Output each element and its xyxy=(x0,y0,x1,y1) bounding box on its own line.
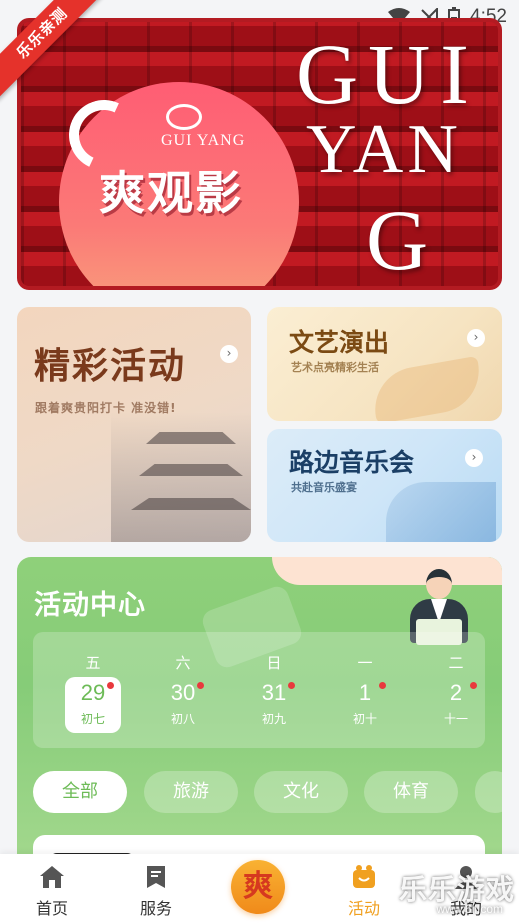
hero-subtitle: GUI YANG xyxy=(161,132,246,149)
performance-title: 文艺演出 xyxy=(289,328,390,357)
tab-home[interactable]: 首页 xyxy=(12,854,92,924)
tab-label: 服务 xyxy=(139,899,172,918)
featured-title: 精彩活动 xyxy=(34,346,187,387)
featured-activities-card[interactable]: 精彩活动 跟着爽贵阳打卡 准没错! › xyxy=(17,307,251,542)
date-number: 31 xyxy=(261,680,287,705)
lunar-date: 初十 xyxy=(352,712,377,726)
date-item[interactable]: 二 2 十一 xyxy=(426,632,486,748)
weekday-label: 二 xyxy=(448,654,464,672)
date-number: 29 xyxy=(80,680,106,705)
filter-more[interactable] xyxy=(475,771,502,813)
event-dot xyxy=(107,682,114,689)
tab-activity[interactable]: 活动 xyxy=(324,854,404,924)
date-selector: 五 29 初七 六 30 初八 日 31 初九 一 1 初十 二 2 十一 xyxy=(33,632,485,748)
street-concert-title: 路边音乐会 xyxy=(289,448,415,477)
service-icon xyxy=(147,866,165,888)
street-concert-subtitle: 共赴音乐盛宴 xyxy=(291,481,357,494)
chevron-right-icon[interactable]: › xyxy=(467,329,485,347)
street-concert-card[interactable]: 路边音乐会 共赴音乐盛宴 › xyxy=(267,429,502,542)
hero-big-text: GUI xyxy=(296,26,479,122)
activity-center: 活动中心 五 29 初七 六 30 初八 日 31 初九 一 1 初十 二 2 … xyxy=(17,557,502,877)
activity-icon xyxy=(353,865,375,888)
pagoda-illustration xyxy=(111,412,251,542)
watermark-url: www.6ll.com xyxy=(436,902,503,916)
hero-banner[interactable]: GUI YANG 爽观影 GUI YAN G xyxy=(17,18,502,290)
dancer-illustration xyxy=(368,355,486,421)
weekday-label: 五 xyxy=(85,654,101,672)
guitar-illustration xyxy=(386,482,496,542)
performance-card[interactable]: 文艺演出 艺术点亮精彩生活 › xyxy=(267,307,502,421)
lunar-date: 十一 xyxy=(443,712,468,726)
lunar-date: 初七 xyxy=(80,712,105,726)
filter-sports[interactable]: 体育 xyxy=(364,771,458,813)
event-dot xyxy=(288,682,295,689)
app-screen: 4:52 乐乐亲测 GUI YANG 爽观影 GUI YAN G 精彩活动 跟着… xyxy=(0,0,519,924)
date-item[interactable]: 六 30 初八 xyxy=(153,632,213,748)
date-number: 2 xyxy=(449,680,463,705)
guiyang-logo-icon xyxy=(166,104,202,130)
hero-big-text: YAN xyxy=(306,111,462,188)
activity-center-title: 活动中心 xyxy=(34,590,146,621)
event-dot xyxy=(197,682,204,689)
date-number: 30 xyxy=(170,680,196,705)
filter-travel[interactable]: 旅游 xyxy=(144,771,238,813)
date-item[interactable]: 日 31 初九 xyxy=(244,632,304,748)
lunar-date: 初八 xyxy=(170,712,195,726)
filter-all[interactable]: 全部 xyxy=(33,771,127,813)
hero-big-text: G xyxy=(366,192,429,288)
weekday-label: 六 xyxy=(175,654,191,672)
weekday-label: 日 xyxy=(266,654,282,672)
logo-icon[interactable]: 爽 xyxy=(231,860,285,914)
featured-subtitle: 跟着爽贵阳打卡 准没错! xyxy=(35,401,177,415)
performance-subtitle: 艺术点亮精彩生活 xyxy=(291,361,379,374)
tab-service[interactable]: 服务 xyxy=(116,854,196,924)
date-item[interactable]: 五 29 初七 xyxy=(63,632,123,748)
date-item[interactable]: 一 1 初十 xyxy=(335,632,395,748)
tab-label: 活动 xyxy=(347,899,380,918)
filter-culture[interactable]: 文化 xyxy=(254,771,348,813)
lunar-date: 初九 xyxy=(261,712,286,726)
chevron-right-icon[interactable]: › xyxy=(220,345,238,363)
weekday-label: 一 xyxy=(357,654,373,672)
event-dot xyxy=(379,682,386,689)
event-dot xyxy=(470,682,477,689)
home-icon xyxy=(40,866,64,888)
hero-title: 爽观影 xyxy=(99,166,243,220)
chevron-right-icon[interactable]: › xyxy=(465,449,483,467)
date-number: 1 xyxy=(358,680,372,705)
tab-label: 首页 xyxy=(35,899,68,918)
